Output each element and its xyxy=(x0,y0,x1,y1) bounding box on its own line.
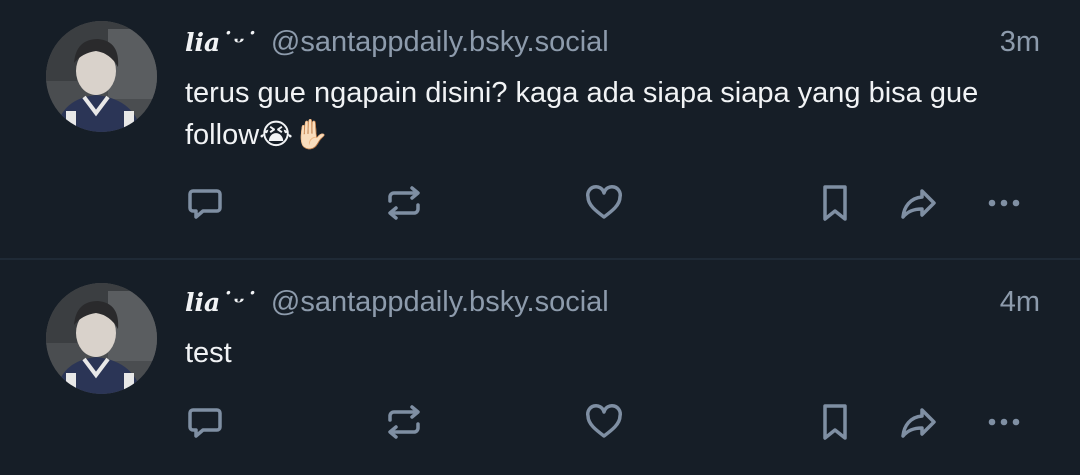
like-icon xyxy=(586,404,622,438)
timestamp[interactable]: 3m xyxy=(1000,22,1040,62)
repost-button[interactable] xyxy=(382,400,426,444)
more-options-button[interactable] xyxy=(982,400,1026,444)
handle[interactable]: @santappdaily.bsky.social xyxy=(271,286,609,319)
avatar[interactable] xyxy=(46,21,157,132)
reply-button[interactable] xyxy=(183,181,227,225)
like-button[interactable] xyxy=(582,400,626,444)
more-options-button[interactable] xyxy=(982,181,1026,225)
bookmark-icon xyxy=(823,185,847,221)
post-item[interactable]: lia˙ᵕ˙ @santappdaily.bsky.social 4m test xyxy=(0,260,1080,475)
timestamp[interactable]: 4m xyxy=(1000,282,1040,322)
profile-photo-icon xyxy=(46,21,157,132)
avatar[interactable] xyxy=(46,283,157,394)
share-icon xyxy=(901,189,936,219)
post-header: lia˙ᵕ˙ @santappdaily.bsky.social xyxy=(185,22,609,62)
share-icon xyxy=(901,408,936,438)
like-button[interactable] xyxy=(582,181,626,225)
bookmark-button[interactable] xyxy=(813,400,857,444)
share-button[interactable] xyxy=(896,400,940,444)
more-icon xyxy=(988,418,1020,426)
post-text: terus gue ngapain disini? kaga ada siapa… xyxy=(185,77,987,151)
display-name[interactable]: lia˙ᵕ˙ xyxy=(185,28,257,57)
bookmark-icon xyxy=(823,404,847,440)
reply-button[interactable] xyxy=(183,400,227,444)
repost-icon xyxy=(388,186,420,220)
profile-photo-icon xyxy=(46,283,157,394)
post-item[interactable]: lia˙ᵕ˙ @santappdaily.bsky.social 3m teru… xyxy=(0,0,1080,258)
post-text: test xyxy=(185,337,232,369)
handle[interactable]: @santappdaily.bsky.social xyxy=(271,26,609,59)
post-feed: lia˙ᵕ˙ @santappdaily.bsky.social 3m teru… xyxy=(0,0,1080,475)
post-header: lia˙ᵕ˙ @santappdaily.bsky.social xyxy=(185,282,609,322)
repost-icon xyxy=(388,405,420,439)
display-name[interactable]: lia˙ᵕ˙ xyxy=(185,288,257,317)
reply-icon xyxy=(188,408,222,438)
bookmark-button[interactable] xyxy=(813,181,857,225)
reply-icon xyxy=(188,189,222,219)
like-icon xyxy=(586,185,622,219)
repost-button[interactable] xyxy=(382,181,426,225)
more-icon xyxy=(988,199,1020,207)
share-button[interactable] xyxy=(896,181,940,225)
